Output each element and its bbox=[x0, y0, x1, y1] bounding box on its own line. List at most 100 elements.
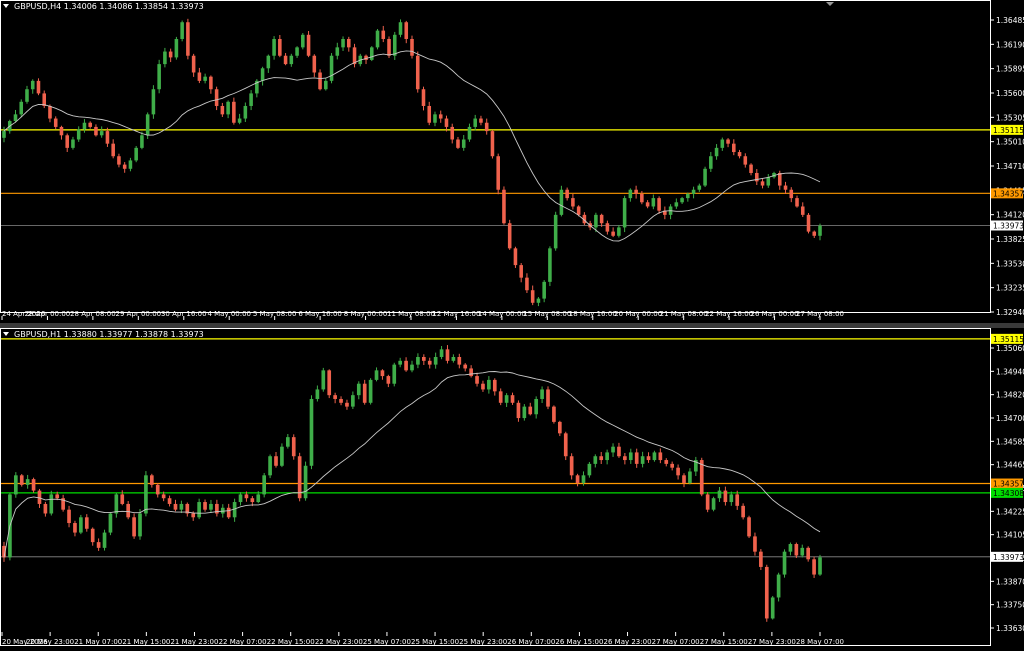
x-tick-label: 5 May 08:00 bbox=[253, 310, 297, 318]
candle-body bbox=[226, 507, 231, 518]
candle-body bbox=[594, 214, 598, 228]
y-tick-label: 1.36485 bbox=[996, 16, 1024, 25]
candle-body bbox=[717, 490, 722, 499]
x-tick-label: 21 May 15:00 bbox=[122, 638, 170, 646]
candle-body bbox=[536, 298, 541, 303]
candle-body bbox=[688, 471, 692, 483]
candle-body bbox=[467, 126, 472, 140]
candle-body bbox=[256, 494, 261, 503]
candle-body bbox=[753, 536, 757, 552]
candle-body bbox=[398, 360, 403, 365]
candle-body bbox=[260, 68, 265, 81]
candle-body bbox=[132, 517, 136, 537]
candle-body bbox=[504, 395, 509, 403]
candle-body bbox=[421, 89, 426, 106]
candle-body bbox=[697, 185, 702, 190]
candle-body bbox=[244, 494, 249, 499]
candle-body bbox=[67, 509, 71, 524]
candle-body bbox=[398, 22, 403, 35]
candle-body bbox=[220, 105, 225, 115]
candle-body bbox=[563, 433, 568, 457]
candle-body bbox=[540, 389, 544, 399]
candle-body bbox=[138, 513, 142, 537]
candle-body bbox=[209, 76, 213, 90]
candle-body bbox=[318, 72, 322, 90]
candle-body bbox=[404, 22, 409, 39]
candle-body bbox=[569, 456, 574, 476]
candle-body bbox=[789, 189, 794, 199]
candle-body bbox=[102, 532, 107, 548]
candle-body bbox=[438, 114, 443, 119]
y-tick-label: 1.35060 bbox=[996, 344, 1024, 353]
candle-body bbox=[451, 356, 456, 361]
bid-label: 1.33973 bbox=[993, 553, 1024, 562]
candle-body bbox=[534, 398, 539, 415]
candle-body bbox=[126, 503, 131, 518]
candle-body bbox=[84, 517, 89, 529]
candle-body bbox=[552, 406, 556, 422]
candle-body bbox=[705, 494, 710, 510]
candle-body bbox=[553, 214, 558, 249]
x-tick-label: 25 May 15:00 bbox=[411, 638, 459, 646]
candle-body bbox=[345, 402, 349, 407]
x-tick-label: 21 May 08:00 bbox=[660, 310, 708, 318]
y-tick-label: 1.34465 bbox=[996, 461, 1024, 470]
x-tick-label: 28 Apr 08:00 bbox=[70, 310, 116, 318]
candle-body bbox=[510, 395, 515, 403]
candle-body bbox=[120, 494, 125, 504]
candle-body bbox=[186, 22, 190, 56]
candle-body bbox=[226, 101, 230, 115]
candle-body bbox=[214, 89, 219, 106]
candle-body bbox=[157, 64, 161, 90]
y-tick-label: 1.34105 bbox=[996, 531, 1024, 540]
candle-body bbox=[324, 80, 328, 90]
candle-body bbox=[522, 406, 527, 419]
candle-body bbox=[392, 34, 397, 56]
plot-frame bbox=[0, 328, 991, 646]
candle-body bbox=[315, 389, 320, 399]
candle-body bbox=[289, 55, 294, 65]
x-tick-label: 18 May 16:00 bbox=[569, 310, 617, 318]
x-tick-label: 21 May 23:00 bbox=[170, 638, 218, 646]
candle-body bbox=[433, 114, 437, 123]
x-tick-label: 26 May 00:00 bbox=[751, 310, 799, 318]
y-tick-label: 1.34940 bbox=[996, 367, 1024, 376]
candle-body bbox=[191, 55, 196, 73]
window-separator[interactable] bbox=[0, 323, 1024, 328]
y-tick-label: 1.35305 bbox=[996, 113, 1024, 122]
candle-body bbox=[794, 544, 799, 556]
candle-body bbox=[280, 446, 284, 466]
candle-body bbox=[782, 551, 787, 575]
candle-body bbox=[416, 356, 420, 365]
candle-body bbox=[268, 456, 272, 476]
candle-body bbox=[329, 55, 334, 81]
candle-body bbox=[203, 502, 207, 510]
candle-body bbox=[709, 156, 713, 169]
candle-body bbox=[191, 513, 196, 518]
candle-body bbox=[634, 452, 639, 464]
candle-body bbox=[640, 456, 645, 464]
candle-body bbox=[386, 376, 391, 384]
candle-body bbox=[291, 437, 296, 457]
y-tick-label: 1.34710 bbox=[996, 162, 1024, 171]
y-tick-label: 1.32940 bbox=[996, 308, 1024, 317]
candle-body bbox=[680, 198, 684, 203]
candle-body bbox=[392, 364, 397, 384]
candle-body bbox=[676, 467, 680, 476]
candle-body bbox=[410, 364, 414, 371]
level-label: 1.34308 bbox=[993, 489, 1024, 498]
candle-body bbox=[800, 206, 805, 215]
candle-body bbox=[703, 168, 707, 186]
candle-body bbox=[96, 542, 101, 548]
y-tick-label: 1.35010 bbox=[996, 138, 1024, 147]
candle-body bbox=[203, 76, 207, 81]
y-tick-label: 1.33825 bbox=[996, 235, 1024, 244]
candle-body bbox=[691, 189, 696, 194]
candle-body bbox=[611, 231, 615, 236]
candle-body bbox=[634, 189, 638, 194]
candle-body bbox=[783, 185, 788, 190]
candle-body bbox=[306, 34, 311, 56]
candle-body bbox=[380, 370, 385, 377]
candle-body bbox=[368, 379, 373, 403]
candle-body bbox=[341, 38, 345, 48]
